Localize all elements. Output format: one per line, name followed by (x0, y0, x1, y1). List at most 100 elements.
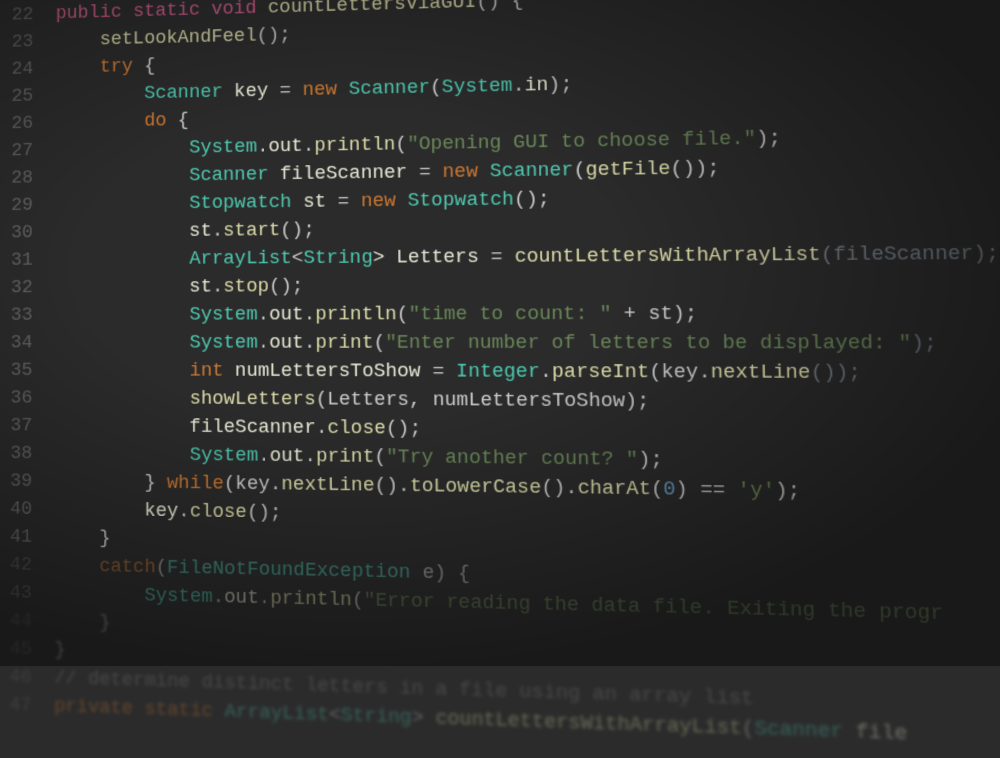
code-token (55, 333, 189, 354)
code-token: close (190, 502, 247, 524)
code-token: } (54, 612, 110, 634)
code-token: Stopwatch (407, 190, 514, 212)
code-token (56, 58, 100, 79)
code-token: (); (386, 419, 422, 441)
code-token: Scanner (349, 78, 431, 100)
code-token: } (55, 472, 167, 494)
code-token: } (55, 528, 111, 550)
code-token (55, 194, 189, 216)
line-number: 46 (5, 664, 36, 693)
code-token: st (55, 221, 212, 243)
code-token: 0 (663, 479, 676, 501)
code-token (55, 556, 100, 578)
code-token: FileNotFoundException (167, 558, 411, 584)
code-token: try (100, 57, 133, 78)
code-token: 'y' (737, 480, 775, 502)
code-token: print (316, 447, 374, 469)
code-token: = (280, 81, 292, 102)
code-token: getFile (585, 159, 670, 181)
code-token: in (524, 75, 548, 97)
code-token: close (327, 418, 386, 440)
code-token: while (167, 473, 224, 495)
code-token (55, 388, 190, 409)
code-token: (); (280, 220, 315, 241)
code-token: < (329, 705, 341, 727)
code-token: out (268, 136, 302, 157)
code-token: ( (430, 78, 442, 99)
code-token: nextLine (281, 475, 374, 497)
code-token: Scanner (754, 718, 843, 743)
code-token: out (269, 305, 304, 326)
code-token: start (223, 221, 280, 242)
code-token: print (315, 333, 373, 354)
line-number: 44 (5, 607, 36, 636)
code-token: == (700, 480, 725, 502)
code-token (122, 2, 133, 23)
code-token: ); (638, 450, 663, 472)
code-token: (); (257, 25, 291, 46)
code-token: ( (352, 590, 364, 612)
line-number: 47 (5, 692, 36, 721)
code-token: Integer (456, 362, 540, 384)
code-token: Scanner (189, 165, 269, 187)
line-number: 40 (5, 496, 36, 524)
code-token: > Letters (373, 247, 491, 269)
line-number: 22 (7, 2, 37, 30)
code-token: fileScanner (268, 163, 419, 186)
code-token: st (55, 277, 212, 298)
code-token: parseInt (552, 362, 650, 384)
code-token: showLetters (189, 389, 315, 411)
code-token (291, 81, 303, 102)
code-token: . (178, 502, 189, 523)
code-token: (Letters, numLettersToShow); (316, 390, 650, 413)
code-line[interactable]: System.out.print("Enter number of letter… (55, 330, 1000, 360)
code-token: "time to count: " (408, 304, 611, 326)
line-number: 45 (5, 635, 36, 664)
code-token: countLettersWithArrayList (514, 245, 821, 268)
code-token: ( (374, 447, 386, 468)
code-token: (fileScanner); (821, 243, 1000, 266)
code-token: (); (514, 189, 550, 211)
line-number: 28 (7, 165, 37, 193)
code-token (200, 0, 211, 21)
code-token: ) (675, 479, 700, 501)
line-number: 32 (6, 275, 37, 303)
line-number: 41 (5, 524, 36, 552)
code-token: nextLine (711, 362, 811, 384)
code-token: st (292, 192, 338, 213)
code-token: ()); (670, 158, 719, 180)
code-area[interactable]: public static void countLettersViaGUI() … (46, 0, 1000, 710)
code-token: ( (156, 558, 167, 579)
code-token: "Opening GUI to choose file." (407, 129, 756, 156)
code-token: . (513, 76, 525, 97)
code-token: (); (247, 503, 282, 525)
code-token (213, 701, 225, 723)
code-editor[interactable]: 2223242526272829303132333435363738394041… (0, 0, 1000, 710)
code-token: ArrayList (225, 702, 330, 727)
code-token: { (167, 111, 190, 132)
code-token: key (223, 81, 280, 103)
code-token: System (442, 76, 513, 98)
line-number: 29 (6, 192, 37, 220)
code-token: setLookAndFeel (56, 26, 257, 51)
code-token: private (54, 696, 133, 720)
code-token: new (302, 80, 337, 101)
code-token (725, 480, 738, 502)
line-number: 25 (7, 83, 37, 111)
code-token (256, 0, 267, 19)
line-number: 43 (5, 580, 36, 609)
code-token (349, 192, 361, 213)
code-line[interactable]: st.stop(); (55, 269, 1000, 302)
code-line[interactable]: System.out.println("time to count: " + s… (55, 299, 1000, 329)
code-token (444, 362, 456, 383)
line-number: 27 (7, 138, 37, 166)
code-token: = (338, 192, 350, 213)
code-token: fileScanner (55, 416, 316, 439)
code-token: catch (99, 557, 155, 579)
code-token (478, 162, 490, 183)
code-token: Scanner (144, 82, 223, 104)
line-number: 37 (6, 413, 37, 441)
code-token: . (212, 277, 223, 298)
line-number: 36 (6, 385, 37, 413)
code-token: ( (651, 479, 664, 501)
